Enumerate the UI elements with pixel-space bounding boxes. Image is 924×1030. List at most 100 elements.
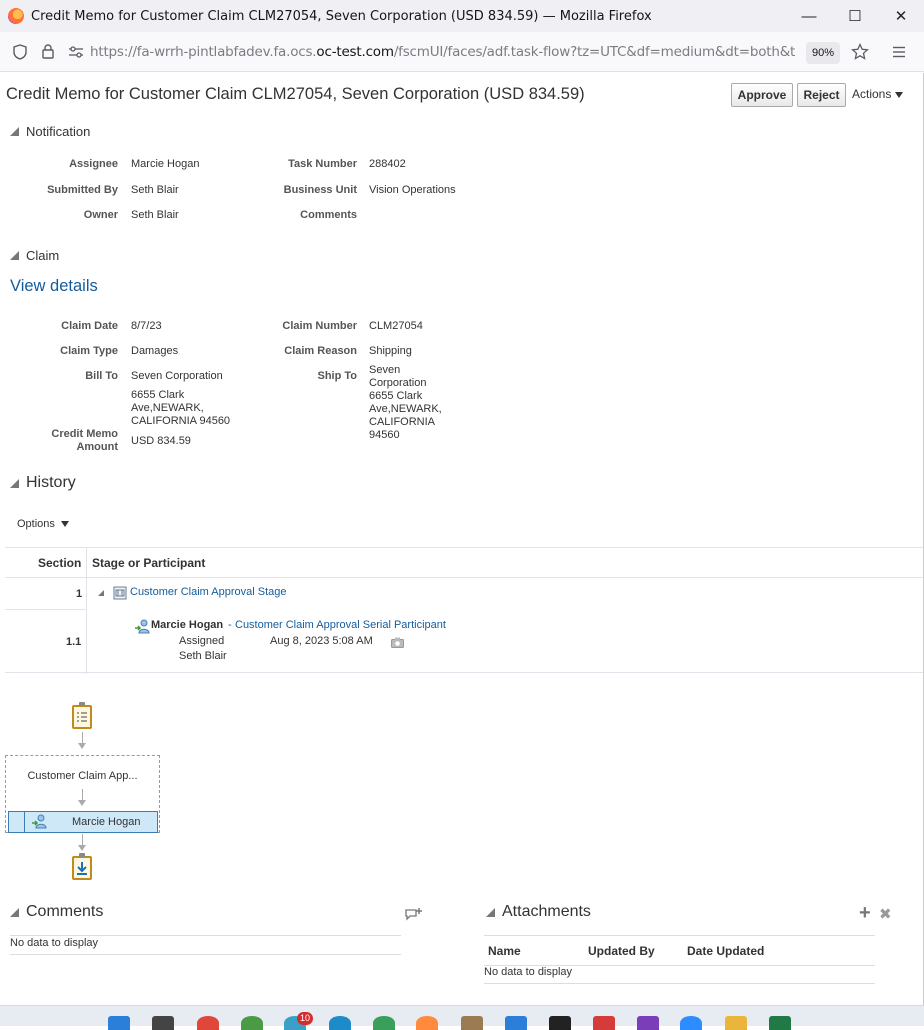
participant-node[interactable]: Marcie Hogan <box>8 811 158 833</box>
history-section-toggle[interactable]: History <box>10 474 76 492</box>
reject-button[interactable]: Reject <box>797 83 846 107</box>
claim-type-value: Damages <box>131 345 179 357</box>
participant-role-link[interactable]: Customer Claim Approval Serial Participa… <box>235 619 446 631</box>
url-text[interactable]: https://fa-wrrh-pintlabfadev.fa.ocs.oc-t… <box>90 44 795 60</box>
claim-date-label: Claim Date <box>61 320 118 332</box>
chrome-icon[interactable] <box>197 1016 219 1030</box>
comments-section-toggle[interactable]: Comments <box>10 903 103 921</box>
participant-icon <box>134 618 150 639</box>
ship-to-line: CALIFORNIA <box>369 416 436 428</box>
end-clipboard-icon <box>72 853 92 880</box>
camera-icon[interactable] <box>391 635 404 653</box>
firefox-icon[interactable] <box>416 1016 438 1030</box>
delete-attachment-icon[interactable]: ✖ <box>879 905 892 923</box>
name-column-header[interactable]: Name <box>488 944 521 958</box>
menu-icon[interactable] <box>885 38 913 66</box>
approve-button[interactable]: Approve <box>731 83 793 107</box>
claim-reason-label: Claim Reason <box>284 345 357 357</box>
onenote-icon[interactable] <box>637 1016 659 1030</box>
claim-reason-value: Shipping <box>369 345 412 357</box>
action-timestamp: Aug 8, 2023 5:08 AM <box>270 635 373 647</box>
divider <box>484 983 875 984</box>
disclosure-icon <box>10 251 19 260</box>
app-icon[interactable] <box>593 1016 615 1030</box>
history-options-menu[interactable]: Options <box>17 518 69 530</box>
business-unit-label: Business Unit <box>283 184 357 196</box>
ship-to-value: Seven Corporation 6655 Clark Ave,NEWARK,… <box>369 364 442 442</box>
actions-menu[interactable]: Actions <box>852 87 904 101</box>
firefox-logo-icon <box>8 8 24 24</box>
maximize-button[interactable]: ☐ <box>832 0 878 32</box>
attachments-empty-message: No data to display <box>484 966 573 978</box>
browser-titlebar: Credit Memo for Customer Claim CLM27054,… <box>0 0 924 32</box>
divider <box>10 935 401 936</box>
actions-label: Actions <box>852 87 892 101</box>
window-title: Credit Memo for Customer Claim CLM27054,… <box>31 8 652 24</box>
options-label: Options <box>17 518 55 530</box>
close-window-button[interactable]: ✕ <box>878 0 924 32</box>
bill-to-value: Seven Corporation 6655 Clark Ave,NEWARK,… <box>131 370 230 428</box>
divider <box>10 954 401 955</box>
submitted-by-value: Seth Blair <box>131 184 179 196</box>
disclosure-icon <box>10 127 19 136</box>
stage-column-header[interactable]: Stage or Participant <box>92 556 205 570</box>
claim-section-toggle[interactable]: Claim <box>10 248 59 263</box>
app-icon[interactable] <box>549 1016 571 1030</box>
view-details-link[interactable]: View details <box>10 277 98 296</box>
owner-label: Owner <box>83 209 118 221</box>
folder-icon[interactable] <box>725 1016 747 1030</box>
taskview-icon[interactable] <box>152 1016 174 1030</box>
start-icon[interactable] <box>108 1016 130 1030</box>
bill-to-line: CALIFORNIA 94560 <box>131 415 231 427</box>
updated-by-column-header[interactable]: Updated By <box>588 944 655 958</box>
table-row <box>5 579 86 610</box>
calendar-icon[interactable] <box>505 1016 527 1030</box>
disclosure-icon <box>10 907 19 917</box>
stage-box-label: Customer Claim App... <box>27 770 138 782</box>
bill-to-line: Ave,NEWARK, <box>131 402 204 414</box>
url-bar[interactable]: https://fa-wrrh-pintlabfadev.fa.ocs.oc-t… <box>90 38 804 66</box>
chevron-down-icon <box>60 521 69 528</box>
add-comment-icon[interactable] <box>405 907 423 926</box>
app-icon[interactable] <box>373 1016 395 1030</box>
zoom-icon[interactable] <box>680 1016 702 1030</box>
attachments-section-toggle[interactable]: Attachments <box>486 903 591 921</box>
section-column-header[interactable]: Section <box>38 556 81 570</box>
shield-icon[interactable] <box>6 38 34 66</box>
comments-empty-message: No data to display <box>10 937 99 949</box>
chevron-down-icon <box>895 91 904 98</box>
add-attachment-icon[interactable]: + <box>859 902 871 925</box>
claim-heading: Claim <box>26 248 60 263</box>
lock-icon[interactable] <box>34 38 62 66</box>
ship-to-line: Corporation <box>369 377 427 389</box>
history-table-header: Section Stage or Participant <box>5 548 923 578</box>
permissions-icon[interactable] <box>62 38 90 66</box>
date-updated-column-header[interactable]: Date Updated <box>687 944 764 958</box>
row-section-number: 1 <box>76 588 83 600</box>
stage-link[interactable]: Customer Claim Approval Stage <box>130 586 287 598</box>
owner-value: Seth Blair <box>131 209 179 221</box>
history-heading: History <box>26 474 76 491</box>
comments-label: Comments <box>300 209 357 221</box>
ship-to-line: Seven <box>369 364 401 376</box>
credit-memo-amount-value: USD 834.59 <box>131 435 191 447</box>
assignee-label: Assignee <box>69 158 118 170</box>
bill-to-line: Seven Corporation <box>131 370 223 382</box>
notification-section-toggle[interactable]: Notification <box>10 124 90 139</box>
claim-type-label: Claim Type <box>60 345 118 357</box>
excel-icon[interactable] <box>769 1016 791 1030</box>
notepad-icon[interactable] <box>461 1016 483 1030</box>
assignee-value: Marcie Hogan <box>131 158 200 170</box>
app-icon[interactable] <box>241 1016 263 1030</box>
ship-to-line: 94560 <box>369 429 400 441</box>
participant-node-label: Marcie Hogan <box>72 816 141 828</box>
participant-name: Marcie Hogan <box>151 619 224 631</box>
minimize-button[interactable]: — <box>786 0 832 32</box>
assigned-by: Seth Blair <box>179 650 227 662</box>
zoom-indicator[interactable]: 90% <box>806 42 840 64</box>
windows-taskbar: 10 <box>0 1005 924 1030</box>
collapse-triangle-icon[interactable] <box>98 590 104 596</box>
bookmark-star-icon[interactable] <box>846 38 874 66</box>
edge-icon[interactable] <box>329 1016 351 1030</box>
business-unit-value: Vision Operations <box>369 184 456 196</box>
